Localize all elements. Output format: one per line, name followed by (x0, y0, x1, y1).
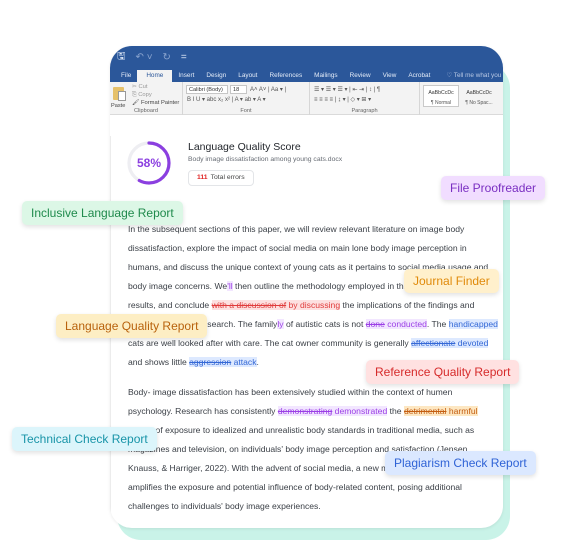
style-sample: AaBbCcDc (466, 90, 492, 96)
style-no-spacing[interactable]: AaBbCcDc ¶ No Spac... (461, 85, 497, 107)
error-count: 111 (197, 174, 208, 181)
tab-references[interactable]: References (263, 72, 308, 82)
clipboard-label: Clipboard (134, 108, 158, 114)
suggestion-delete: demonstrating (277, 406, 333, 416)
align-icons[interactable]: ≡ ≡ ≡ ≡ | ↨ ▾ | ◇ ▾ ⊞ ▾ (314, 96, 371, 103)
paragraph-group: ☰ ▾ ☰ ▾ ☰ ▾ | ⇤ ⇥ | ↕ | ¶ ≡ ≡ ≡ ≡ | ↨ ▾ … (310, 82, 420, 115)
file-name: Body image dissatisfaction among young c… (188, 156, 343, 163)
suggestion-delete: aggression (189, 357, 232, 367)
tab-home[interactable]: Home (137, 70, 173, 82)
text: and shows little (128, 357, 190, 367)
style-name: ¶ No Spac... (465, 100, 493, 106)
flagged-term[interactable]: handicapped (448, 319, 498, 329)
paragraph-label: Paragraph (351, 108, 378, 114)
tab-mailings[interactable]: Mailings (308, 72, 343, 82)
file-proofreader-badge[interactable]: File Proofreader (441, 176, 546, 200)
font-label: Font (240, 108, 252, 114)
suggestion-insert: devoted (455, 338, 489, 348)
list-icons[interactable]: ☰ ▾ ☰ ▾ ☰ ▾ | ⇤ ⇥ | ↕ | ¶ (314, 86, 380, 93)
text: cats are well looked after with care. Th… (128, 338, 412, 348)
suggestion-insert: harmful (446, 406, 478, 416)
paragraph-2: Body- image dissatisfaction has been ext… (128, 383, 498, 516)
plagiarism-check-report-badge[interactable]: Plagiarism Check Report (385, 451, 536, 475)
total-errors-badge[interactable]: 111 Total errors (188, 170, 254, 186)
tell-me-search[interactable]: ♡ Tell me what you w (436, 71, 503, 82)
text: . (256, 357, 259, 367)
tab-review[interactable]: Review (344, 72, 377, 82)
redo-icon[interactable]: ↻ (163, 52, 171, 63)
suggestion-group[interactable]: detrimental harmful (403, 406, 478, 416)
style-normal[interactable]: AaBbCcDc ¶ Normal (423, 85, 459, 107)
font-family-select[interactable]: Calibri (Body) (186, 85, 228, 94)
ribbon-tabs: File Home Insert Design Layout Reference… (110, 68, 503, 82)
suggestion-group[interactable]: with a discussion of by discussing (211, 300, 341, 310)
error-label: Total errors (210, 174, 245, 181)
suggestion-insert: by discussing (286, 300, 341, 310)
text: . The (426, 319, 449, 329)
inclusive-language-report-badge[interactable]: Inclusive Language Report (22, 201, 183, 225)
undo-icon[interactable]: ↶ ˅ (136, 52, 153, 63)
text: the (387, 406, 404, 416)
customize-icon[interactable]: = (181, 52, 187, 63)
paragraph-1: In the subsequent sections of this paper… (128, 220, 498, 372)
suggestion-group[interactable]: done conducted (365, 319, 427, 329)
suggestion-group[interactable]: aggression attack (189, 357, 257, 367)
suggestion-insert: attack (231, 357, 257, 367)
save-icon[interactable]: 🖫 (117, 49, 126, 66)
language-quality-report-badge[interactable]: Language Quality Report (56, 314, 208, 338)
tab-design[interactable]: Design (200, 72, 232, 82)
font-format-icons[interactable]: B I U ▾ abc x₂ x² | A ▾ ab ▾ A ▾ (187, 96, 266, 103)
suggestion-group[interactable]: demonstrating demonstrated (277, 406, 388, 416)
font-size-select[interactable]: 18 (230, 85, 247, 94)
style-sample: AaBbCcDc (428, 90, 454, 96)
tab-layout[interactable]: Layout (232, 72, 263, 82)
tab-file[interactable]: File (115, 72, 137, 82)
font-size-icons[interactable]: A˄ A˅ | Aa ▾ | (250, 86, 286, 93)
cut-button[interactable]: ✂ Cut (132, 84, 148, 90)
suggestion-insert: conducted (384, 319, 427, 329)
suggestion-insert: demonstrated (332, 406, 388, 416)
suggestion-delete: affectionate (411, 338, 456, 348)
reference-quality-report-badge[interactable]: Reference Quality Report (366, 360, 520, 384)
technical-check-report-badge[interactable]: Technical Check Report (12, 427, 157, 451)
font-group: Calibri (Body) 18 A˄ A˅ | Aa ▾ | B I U ▾… (183, 82, 310, 115)
title-bar: 🖫 ↶ ˅ ↻ = (110, 46, 503, 68)
suggestion-delete: detrimental (403, 406, 447, 416)
ribbon-home: Paste ✂ Cut ⎘ Copy 🖌 Format Painter Clip… (110, 82, 503, 115)
text: of autistic cats is not (283, 319, 366, 329)
style-name: ¶ Normal (430, 100, 452, 106)
suggestion-delete: done (365, 319, 385, 329)
score-percent: 58% (136, 156, 162, 170)
copy-button[interactable]: ⎘ Copy (132, 92, 152, 99)
tab-acrobat[interactable]: Acrobat (402, 72, 436, 82)
score-title: Language Quality Score (188, 141, 301, 153)
paste-icon[interactable] (113, 85, 127, 101)
tab-insert[interactable]: Insert (172, 72, 200, 82)
suggestion-group[interactable]: affectionate devoted (411, 338, 489, 348)
tab-view[interactable]: View (377, 72, 403, 82)
format-painter-button[interactable]: 🖌 Format Painter (132, 100, 179, 106)
suggestion-delete: with a discussion of (211, 300, 287, 310)
clipboard-group: Paste ✂ Cut ⎘ Copy 🖌 Format Painter Clip… (110, 82, 183, 115)
journal-finder-badge[interactable]: Journal Finder (404, 269, 499, 293)
